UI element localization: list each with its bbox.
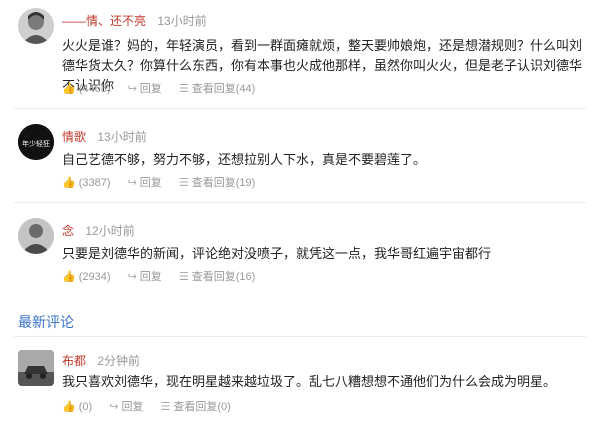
reply-arrow-icon: ↪ [127, 271, 137, 283]
divider [14, 336, 586, 337]
avatar[interactable] [18, 350, 54, 386]
like-button[interactable]: 👍 (3387) [62, 176, 111, 189]
view-replies-button[interactable]: ☰ 查看回复(44) [179, 80, 255, 96]
view-replies-button[interactable]: ☰ 查看回复(0) [161, 398, 231, 414]
avatar[interactable] [18, 8, 54, 44]
view-replies-icon: ☰ [178, 83, 189, 95]
section-title-latest: 最新评论 [18, 314, 74, 330]
thumbs-up-icon: 👍 [62, 271, 76, 283]
comment-text: 只要是刘德华的新闻，评论绝对没喷子，就凭这一点，我华哥红遍宇宙都行 [62, 246, 492, 261]
view-replies-icon: ☰ [160, 401, 171, 413]
timestamp: 2分钟前 [97, 354, 141, 368]
timestamp: 13小时前 [97, 130, 147, 144]
avatar[interactable] [18, 218, 54, 254]
username[interactable]: ——情、还不亮 [62, 14, 146, 28]
reply-button[interactable]: ↪ 回复 [128, 268, 162, 284]
view-replies-icon: ☰ [178, 271, 189, 283]
view-replies-button[interactable]: ☰ 查看回复(16) [179, 268, 255, 284]
view-replies-icon: ☰ [178, 177, 189, 189]
timestamp: 12小时前 [85, 224, 135, 238]
reply-arrow-icon: ↪ [109, 401, 119, 413]
username[interactable]: 布都 [62, 354, 86, 368]
username[interactable]: 情歌 [62, 130, 86, 144]
comment-text: 自己艺德不够，努力不够，还想拉别人下水，真是不要碧莲了。 [62, 152, 427, 167]
divider [14, 108, 586, 109]
like-button[interactable]: 👍 (2934) [62, 270, 111, 283]
thumbs-up-icon: 👍 [62, 177, 76, 189]
timestamp: 13小时前 [157, 14, 207, 28]
avatar-text: 年少轻狂 [22, 139, 50, 148]
reply-button[interactable]: ↪ 回复 [109, 398, 143, 414]
reply-arrow-icon: ↪ [127, 83, 137, 95]
reply-button[interactable]: ↪ 回复 [128, 174, 162, 190]
reply-button[interactable]: ↪ 回复 [128, 80, 162, 96]
like-button[interactable]: 👍 (4468) [62, 82, 111, 95]
comment-text: 我只喜欢刘德华，现在明星越来越垃圾了。乱七八糟想想不通他们为什么会成为明星。 [62, 374, 557, 389]
like-button[interactable]: 👍 (0) [62, 400, 92, 413]
divider [14, 202, 586, 203]
thumbs-up-icon: 👍 [62, 83, 76, 95]
reply-arrow-icon: ↪ [127, 177, 137, 189]
thumbs-up-icon: 👍 [62, 401, 76, 413]
username[interactable]: 念 [62, 224, 74, 238]
view-replies-button[interactable]: ☰ 查看回复(19) [179, 174, 255, 190]
avatar[interactable]: 年少轻狂 [18, 124, 54, 160]
